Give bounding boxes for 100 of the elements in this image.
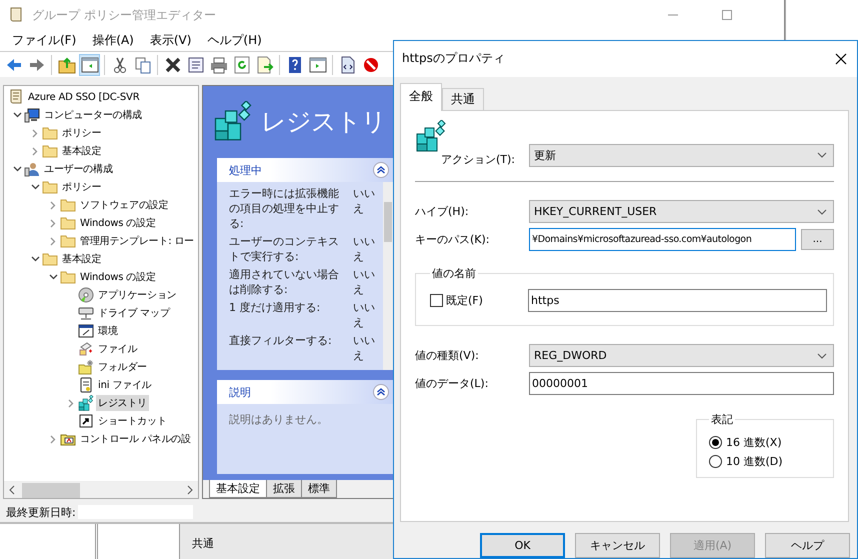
default-checkbox[interactable]: 既定(F) [430, 293, 528, 308]
property-value: いいえ [353, 186, 376, 217]
computer-icon [24, 107, 40, 123]
tree-item[interactable]: コンピューターの構成 [42, 107, 144, 123]
value-type-dropdown[interactable]: REG_DWORD [529, 344, 834, 368]
value-name-field[interactable]: https [528, 289, 827, 312]
tree-item[interactable]: フォルダー [96, 359, 150, 375]
browse-button[interactable]: ... [801, 229, 834, 250]
property-label: ユーザーのコンテキストで実行する: [229, 234, 340, 264]
disc-icon [78, 287, 94, 303]
tree-item[interactable]: ユーザーの構成 [42, 161, 115, 177]
dialog-button[interactable]: ヘルプ [765, 533, 850, 558]
export-icon [256, 56, 274, 74]
dropdown-caret-icon [817, 352, 827, 359]
key-path-field[interactable]: ¥Domains¥microsoftazuread-sso.com¥autologon [529, 228, 796, 252]
scroll-icon [8, 7, 24, 23]
menu-item[interactable]: ヘルプ(H) [199, 32, 270, 49]
folder-icon [60, 269, 76, 285]
expanded-chevron-icon[interactable] [12, 166, 22, 172]
menu-item[interactable]: 表示(V) [142, 32, 200, 49]
properties-icon [186, 56, 204, 74]
field-label: ハイブ(H): [415, 204, 470, 220]
menu-item[interactable]: 操作(A) [84, 32, 142, 49]
dialog-title: httpsのプロパティ [402, 50, 505, 68]
xml-document-icon [338, 56, 356, 74]
registry-cubes-icon [415, 120, 447, 152]
copy-icon [134, 56, 152, 74]
horizontal-scrollbar[interactable] [4, 481, 198, 498]
field-label: アクション(T): [440, 152, 516, 167]
tree-pane-icon [80, 56, 98, 74]
toolbar-button[interactable] [79, 54, 100, 76]
radio-option[interactable]: 10 進数(D) [709, 454, 823, 469]
tree-item[interactable]: アプリケーション [96, 287, 178, 303]
folder-icon [60, 215, 76, 231]
refresh-icon [232, 56, 250, 74]
tree-item[interactable]: コントロール パネルの設 [78, 431, 193, 447]
tree-item[interactable]: ポリシー [60, 125, 104, 141]
action-pane-icon [308, 56, 326, 74]
vertical-scrollbar[interactable] [383, 182, 393, 370]
group-label: 表記 [710, 412, 734, 427]
registry-cubes-icon [78, 395, 94, 411]
folder-icon [60, 233, 76, 249]
expanded-chevron-icon[interactable] [30, 184, 40, 190]
card-title: 処理中 [229, 162, 262, 178]
close-icon[interactable] [835, 52, 847, 65]
dialog-button[interactable]: キャンセル [575, 533, 660, 558]
tree-item[interactable]: 管理用テンプレート: ロー [78, 233, 196, 249]
folder-icon [60, 197, 76, 213]
file-icon [78, 341, 94, 357]
menu-item[interactable]: ファイル(F) [4, 32, 84, 49]
tree-item[interactable]: 基本設定 [60, 143, 104, 159]
value-data-field[interactable]: 00000001 [529, 372, 834, 396]
group-label: 値の名前 [431, 266, 477, 281]
pane-tab[interactable]: 基本設定 [209, 480, 267, 498]
scroll-icon [8, 89, 24, 105]
expanded-chevron-icon[interactable] [12, 112, 22, 118]
folder-icon [42, 251, 58, 267]
property-label: 適用されていない場合は削除する: [229, 267, 340, 297]
folder-icon [42, 179, 58, 195]
user-icon [24, 161, 40, 177]
pane-tab[interactable]: 標準 [301, 480, 337, 498]
property-label: エラー時には拡張機能の項目の処理を中止する: [229, 186, 340, 231]
tree-item[interactable]: ソフトウェアの設定 [78, 197, 170, 213]
tree-item[interactable]: ショートカット [96, 413, 169, 429]
tree-item[interactable]: ドライブ マップ [96, 305, 172, 321]
folder-icon [78, 359, 94, 375]
maximize-icon [722, 10, 732, 20]
tree-item[interactable]: Windows の設定 [78, 215, 158, 231]
field-label: 値のデータ(L): [415, 376, 490, 392]
pane-tab[interactable]: 拡張 [266, 480, 302, 498]
printer-icon [210, 56, 228, 74]
tree-item[interactable]: ini ファイル [96, 377, 154, 393]
tree-item[interactable]: 環境 [96, 323, 120, 339]
tree-item[interactable]: ファイル [96, 341, 140, 357]
folder-icon [42, 125, 58, 141]
dialog-tab[interactable]: 共通 [442, 88, 484, 111]
collapsed-chevron-icon[interactable] [50, 434, 56, 444]
tree-item[interactable]: ポリシー [60, 179, 104, 195]
expanded-chevron-icon[interactable] [48, 274, 58, 280]
action-dropdown[interactable]: 更新 [529, 144, 834, 167]
tree-item[interactable]: Windows の設定 [78, 269, 158, 285]
collapse-section-icon[interactable] [373, 162, 389, 178]
tree-item[interactable]: Azure AD SSO [DC-SVR [26, 90, 142, 104]
dropdown-caret-icon [817, 152, 827, 158]
hive-dropdown[interactable]: HKEY_CURRENT_USER [529, 200, 834, 224]
property-label: 直接フィルターする: [229, 333, 333, 349]
description-text: 説明はありません。 [228, 412, 329, 428]
pane-heading: レジストリ [261, 106, 386, 138]
environment-icon [78, 323, 94, 339]
tree-item[interactable]: 基本設定 [60, 251, 104, 267]
delete-icon [164, 56, 182, 74]
dialog-button[interactable]: OK [480, 533, 565, 558]
expanded-chevron-icon[interactable] [30, 256, 40, 262]
folder-up-icon [58, 56, 76, 74]
collapse-section-icon[interactable] [373, 384, 389, 400]
dialog-tab[interactable]: 全般 [400, 82, 442, 111]
radio-option[interactable]: 16 進数(X) [709, 434, 823, 450]
collapsed-chevron-icon[interactable] [68, 398, 74, 408]
drive-icon [78, 305, 94, 321]
tree-item[interactable]: レジストリ [96, 395, 150, 411]
